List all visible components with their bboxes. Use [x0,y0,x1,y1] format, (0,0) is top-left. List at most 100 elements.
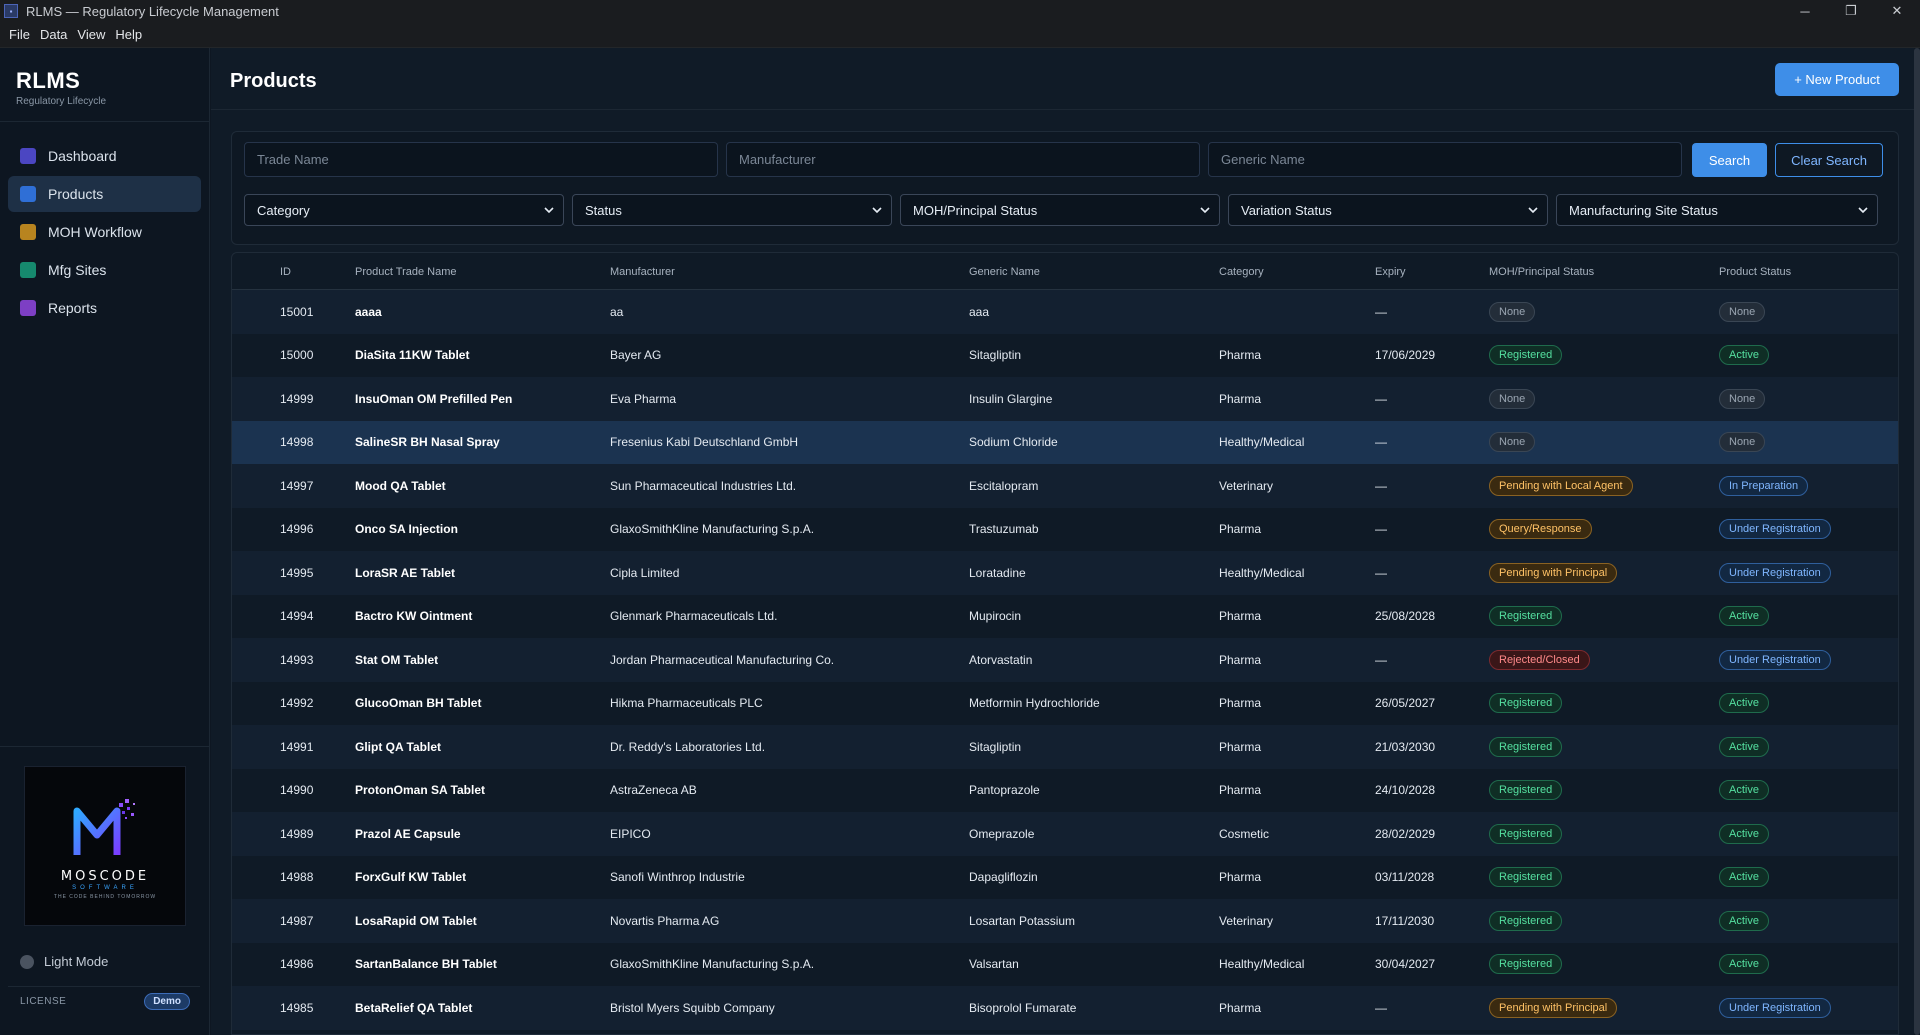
menu-help[interactable]: Help [110,27,147,42]
minimize-icon[interactable]: ─ [1782,0,1828,22]
header-id[interactable]: ID [280,266,291,278]
table-row[interactable]: 15000 DiaSita 11KW Tablet Bayer AG Sitaglip… [232,333,1898,377]
table-row[interactable]: 14995 LoraSR AE Tablet Cipla Limited Lorata… [232,551,1898,595]
header-product-status[interactable]: Product Status [1719,266,1791,278]
moh-principal-status-select[interactable]: MOH/Principal Status [900,194,1220,226]
cell-category: Veterinary [1219,913,1274,928]
table-row[interactable]: 14990 ProtonOman SA Tablet AstraZeneca AB P… [232,768,1898,812]
cell-manufacturer: Cipla Limited [610,565,680,580]
light-mode-toggle[interactable]: Light Mode [20,954,108,969]
product-status-cell: None [1719,290,1766,334]
table-row[interactable]: 15001 aaaa aa aaa — None None [232,290,1898,334]
cell-id: 14995 [280,565,314,580]
clear-search-button[interactable]: Clear Search [1775,143,1883,177]
main-content: Products + New Product Search Clear Sear… [211,48,1920,1035]
moh-status-badge: Registered [1489,606,1563,627]
moh-status-badge: Pending with Principal [1489,997,1618,1018]
cell-category: Pharma [1219,348,1262,363]
cell-manufacturer: Fresenius Kabi Deutschland GmbH [610,435,799,450]
table-row[interactable]: 14993 Stat OM Tablet Jordan Pharmaceutical… [232,638,1898,682]
sidebar-item-dashboard[interactable]: Dashboard [8,138,201,174]
table-row[interactable]: 14986 SartanBalance BH Tablet GlaxoSmithKl… [232,942,1898,986]
header-trade-name[interactable]: Product Trade Name [355,266,457,278]
cell-generic-name: Dapagliflozin [969,870,1038,885]
restore-icon[interactable]: ❐ [1828,0,1874,22]
product-status-cell: Active [1719,899,1769,943]
category-select[interactable]: Category [244,194,564,226]
generic-name-input[interactable] [1208,142,1682,177]
cell-generic-name: Losartan Potassium [969,913,1076,928]
light-mode-label: Light Mode [44,954,109,969]
table-row[interactable]: 14998 SalineSR BH Nasal Spray Fresenius Ka… [232,420,1898,464]
moh-status-cell: Pending with Principal [1489,551,1618,595]
table-row[interactable]: 14994 Bactro KW Ointment Glenmark Pharmace… [232,594,1898,639]
cell-id: 15000 [280,348,314,363]
product-status-badge: None [1719,301,1766,322]
menu-view[interactable]: View [72,27,110,42]
menu-file[interactable]: File [4,27,35,42]
sidebar-item-mfg-sites[interactable]: Mfg Sites [8,252,201,288]
toggle-icon[interactable] [20,954,34,969]
menu-bar: File Data View Help [0,22,1920,48]
manufacturing-site-status-select[interactable]: Manufacturing Site Status [1556,194,1878,226]
cell-expiry: — [1375,565,1387,580]
moh-status-badge: None [1489,301,1536,322]
new-product-button[interactable]: + New Product [1775,63,1899,96]
menu-data[interactable]: Data [35,27,72,42]
moh-status-cell: Registered [1489,595,1563,639]
cell-expiry: 17/11/2030 [1375,913,1435,928]
table-row[interactable]: 14992 GlucoOman BH Tablet Hikma Pharmaceut… [232,681,1898,726]
variation-status-select[interactable]: Variation Status [1228,194,1548,226]
moh-status-badge: Registered [1489,823,1563,844]
table-row[interactable]: 14987 LosaRapid OM Tablet Novartis Pharma … [232,899,1898,943]
category-select-value: Category [257,202,310,218]
status-select[interactable]: Status [572,194,892,226]
sidebar-item-reports[interactable]: Reports [8,290,201,326]
product-status-cell: Under Registration [1719,638,1831,682]
table-row[interactable]: 14997 Mood QA Tablet Sun Pharmaceutical In… [232,464,1898,508]
cell-trade-name: LosaRapid OM Tablet [355,913,477,928]
product-status-cell: Active [1719,682,1769,726]
header-category[interactable]: Category [1219,266,1264,278]
chevron-down-icon [872,207,882,214]
product-status-cell: Active [1719,725,1769,769]
cell-expiry: — [1375,304,1387,319]
search-button[interactable]: Search [1692,143,1767,177]
cell-generic-name: Mupirocin [969,609,1022,624]
cell-manufacturer: Bristol Myers Squibb Company [610,1000,775,1015]
cell-category: Cosmetic [1219,826,1270,841]
product-status-badge: In Preparation [1719,475,1809,496]
cell-generic-name: Valsartan [969,957,1019,972]
window-scrollbar[interactable] [1914,48,1920,1035]
header-manufacturer[interactable]: Manufacturer [610,266,675,278]
cell-expiry: — [1375,435,1387,450]
cell-trade-name: SalineSR BH Nasal Spray [355,435,500,450]
cell-id: 14996 [280,522,314,537]
status-select-value: Status [585,202,622,218]
close-icon[interactable]: ✕ [1874,0,1920,22]
header-moh-status[interactable]: MOH/Principal Status [1489,266,1594,278]
logo-sub: SOFTWARE [72,884,138,891]
trade-name-input[interactable] [244,142,718,177]
table-row[interactable]: 14989 Prazol AE Capsule EIPICO Omeprazole Co… [232,812,1898,856]
cell-expiry: 17/06/2029 [1375,348,1436,363]
header-generic-name[interactable]: Generic Name [969,266,1040,278]
sidebar-item-moh-workflow[interactable]: MOH Workflow [8,214,201,250]
cell-category: Healthy/Medical [1219,565,1305,580]
cell-manufacturer: Sanofi Winthrop Industrie [610,870,745,885]
moh-status-cell: Pending with Principal [1489,986,1618,1030]
table-row[interactable]: 14985 BetaRelief QA Tablet Bristol Myers S… [232,986,1898,1030]
scrollbar-thumb[interactable] [1914,48,1920,1035]
sidebar-item-products[interactable]: Products [8,176,201,212]
cell-generic-name: Pantoprazole [969,783,1040,798]
table-row[interactable]: 14996 Onco SA Injection GlaxoSmithKline Ma… [232,507,1898,551]
cell-id: 14985 [280,1000,314,1015]
table-row[interactable]: 14999 InsuOman OM Prefilled Pen Eva Pharma… [232,377,1898,421]
manufacturer-input[interactable] [726,142,1200,177]
product-status-badge: Active [1719,954,1769,975]
brand: RLMS Regulatory Lifecycle [0,48,209,122]
table-row[interactable]: 14991 Glipt QA Tablet Dr. Reddy's Laborato… [232,725,1898,769]
table-row[interactable]: 14988 ForxGulf KW Tablet Sanofi Winthrop I… [232,855,1898,899]
cell-category: Healthy/Medical [1219,957,1305,972]
header-expiry[interactable]: Expiry [1375,266,1406,278]
